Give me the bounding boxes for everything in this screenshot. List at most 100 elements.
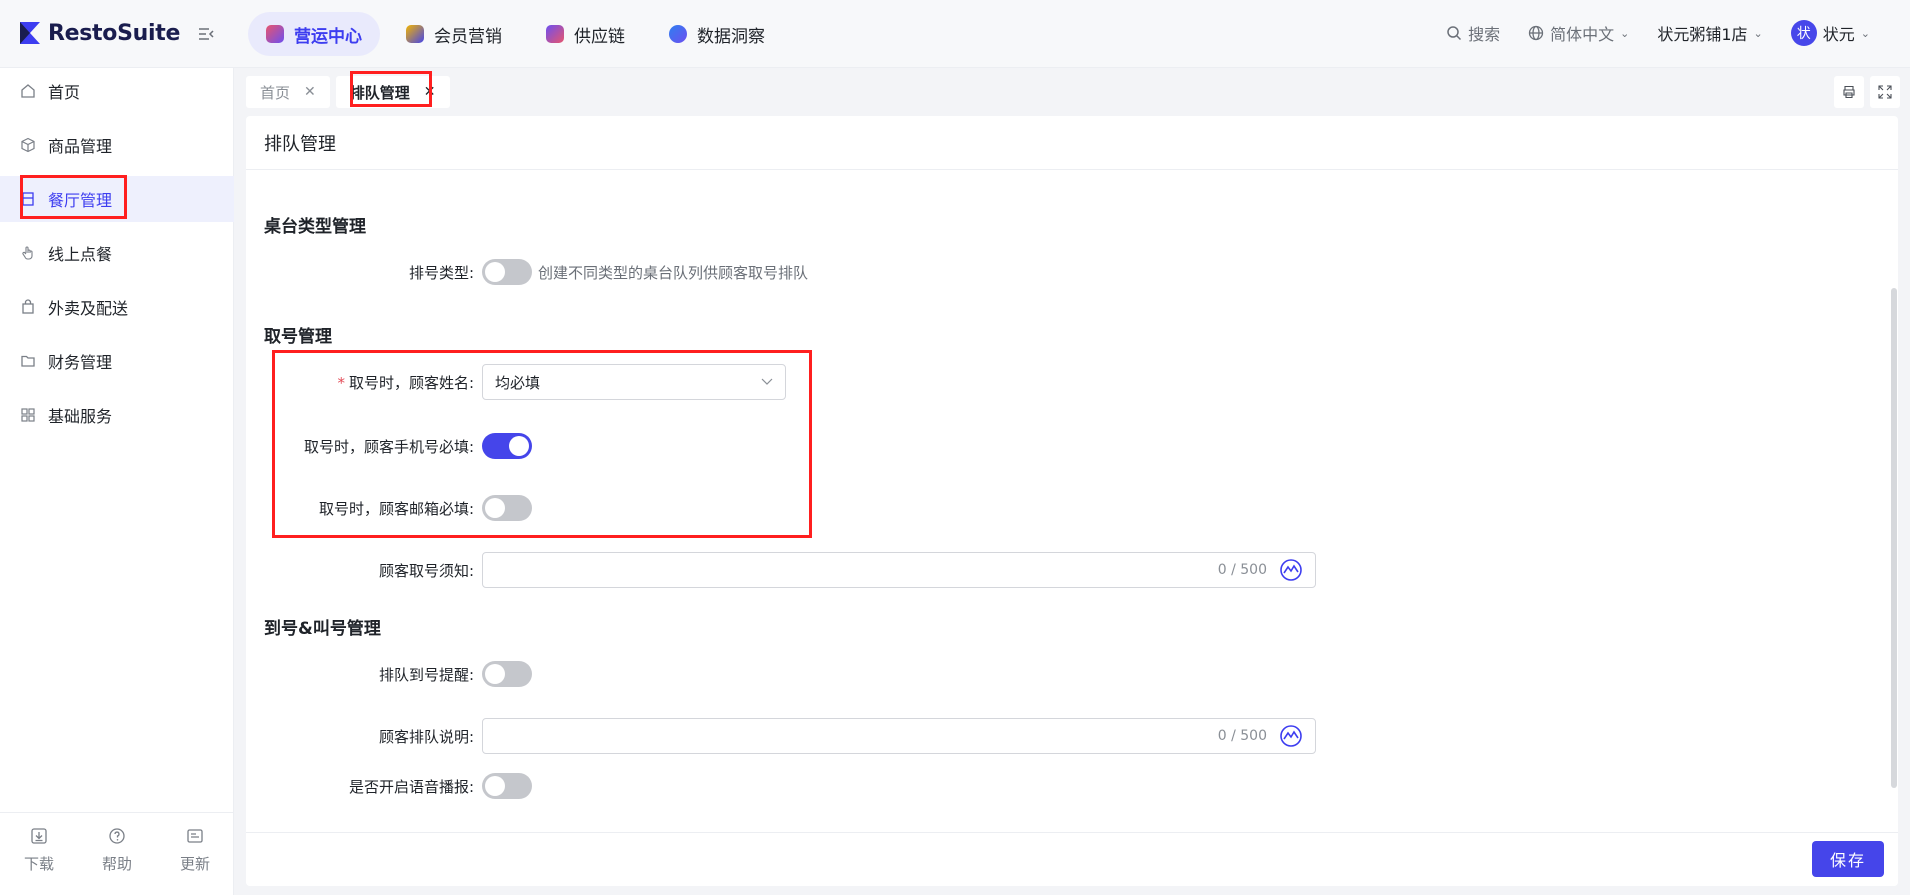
scrollbar[interactable] [1890, 170, 1898, 832]
phone-required-row: 取号时，顾客手机号必填: [246, 428, 532, 464]
sidebar-item-label: 基础服务 [48, 407, 113, 426]
update-icon [187, 829, 203, 843]
name-required-select[interactable]: 均必填 [482, 364, 786, 400]
queue-type-hint: 创建不同类型的桌台队列供顾客取号排队 [538, 263, 809, 282]
restosuite-logo-icon [20, 22, 40, 44]
top-bar: RestoSuite 营运中心 会员营销 供应链 数据洞察 搜索 简体中文 ⌄ … [0, 0, 1910, 68]
help-button[interactable]: 帮助 [102, 827, 132, 895]
data-insights-icon [669, 25, 687, 43]
sidebar-item-label: 外卖及配送 [48, 299, 129, 318]
collapse-sidebar-icon[interactable] [196, 24, 216, 44]
voice-broadcast-row: 是否开启语音播报: [246, 768, 532, 804]
sidebar-footer: 下载 帮助 更新 [0, 812, 234, 895]
language-label: 简体中文 [1550, 25, 1615, 44]
download-label: 下载 [23, 855, 54, 873]
panel-footer: 保存 [246, 832, 1898, 886]
search-label: 搜索 [1468, 25, 1501, 44]
save-button[interactable]: 保存 [1812, 841, 1884, 877]
translate-icon[interactable] [1279, 558, 1303, 582]
home-icon [21, 84, 35, 98]
name-required-label: * 取号时，顾客姓名: [246, 372, 482, 393]
search-button[interactable]: 搜索 [1446, 21, 1500, 45]
chevron-down-icon: ⌄ [1753, 26, 1763, 40]
tab-label: 首页 [260, 83, 291, 102]
nav-supply-chain[interactable]: 供应链 [528, 12, 643, 56]
email-required-label: 取号时，顾客邮箱必填: [318, 499, 474, 518]
name-required-text: 取号时，顾客姓名: [348, 373, 474, 392]
avatar: 状 [1790, 20, 1817, 46]
queue-management-panel: 排队管理 桌台类型管理 排号类型: 创建不同类型的桌台队列供顾客取号排队 取号管… [246, 116, 1898, 886]
app-logo[interactable]: RestoSuite [18, 20, 180, 46]
queue-type-label: 排号类型: [408, 263, 474, 282]
update-button[interactable]: 更新 [180, 827, 210, 895]
marketing-icon [406, 25, 424, 43]
email-required-toggle[interactable] [482, 495, 532, 521]
print-button[interactable] [1834, 76, 1864, 108]
section-ticket: 取号管理 [264, 327, 332, 347]
nav-data-insights[interactable]: 数据洞察 [651, 12, 783, 56]
sidebar-item-delivery[interactable]: 外卖及配送 [0, 284, 234, 330]
store-label: 状元粥铺1店 [1657, 25, 1748, 44]
printer-icon [1843, 85, 1855, 99]
queue-description-input[interactable]: 0 / 500 [482, 718, 1316, 754]
nav-operations-center[interactable]: 营运中心 [248, 12, 380, 56]
store-selector[interactable]: 状元粥铺1店 ⌄ [1657, 21, 1762, 45]
help-icon [109, 828, 125, 844]
name-required-row: * 取号时，顾客姓名: 均必填 [246, 364, 786, 400]
voice-broadcast-toggle[interactable] [482, 773, 532, 799]
arrival-reminder-toggle[interactable] [482, 661, 532, 687]
sidebar-item-label: 首页 [48, 83, 81, 102]
chevron-down-icon: ⌄ [1860, 26, 1870, 40]
sidebar: 首页 商品管理 餐厅管理 线上点餐 外卖及配送 财务管理 基础服务 下载 帮助 [0, 68, 234, 895]
phone-required-toggle[interactable] [482, 433, 532, 459]
tab-tools [1834, 76, 1900, 108]
nav-label: 营运中心 [294, 26, 362, 47]
ticket-notice-row: 顾客取号须知: 0 / 500 [246, 552, 1316, 588]
close-icon[interactable]: ✕ [304, 84, 316, 100]
sidebar-item-label: 线上点餐 [48, 245, 113, 264]
tab-label: 排队管理 [349, 83, 410, 102]
scrollbar-thumb[interactable] [1891, 288, 1897, 788]
phone-required-label: 取号时，顾客手机号必填: [303, 437, 474, 456]
email-required-row: 取号时，顾客邮箱必填: [246, 490, 532, 526]
sidebar-item-label: 商品管理 [48, 137, 113, 156]
queue-description-label: 顾客排队说明: [378, 727, 474, 746]
tab-home[interactable]: 首页 ✕ [246, 76, 330, 108]
sidebar-item-products[interactable]: 商品管理 [0, 122, 234, 168]
translate-icon[interactable] [1279, 724, 1303, 748]
tab-queue-management[interactable]: 排队管理 ✕ [335, 76, 450, 108]
sidebar-item-finance[interactable]: 财务管理 [0, 338, 234, 384]
user-menu[interactable]: 状 状元 ⌄ [1790, 20, 1870, 46]
top-right-tools: 搜索 简体中文 ⌄ 状元粥铺1店 ⌄ 状 状元 ⌄ [1446, 20, 1870, 46]
char-counter: 0 / 500 [1217, 728, 1267, 744]
update-label: 更新 [179, 855, 210, 873]
ticket-notice-label: 顾客取号须知: [378, 561, 474, 580]
sidebar-item-online-ordering[interactable]: 线上点餐 [0, 230, 234, 276]
close-icon[interactable]: ✕ [424, 84, 436, 100]
page-tabs: 首页 ✕ 排队管理 ✕ [246, 76, 450, 108]
select-value: 均必填 [495, 373, 541, 392]
chevron-down-icon [761, 378, 773, 385]
operations-icon [266, 25, 284, 43]
nav-member-marketing[interactable]: 会员营销 [388, 12, 520, 56]
ticket-notice-input[interactable]: 0 / 500 [482, 552, 1316, 588]
user-name: 状元 [1822, 25, 1855, 44]
sidebar-item-label: 餐厅管理 [48, 191, 113, 210]
arrival-reminder-label: 排队到号提醒: [378, 665, 474, 684]
section-table-type: 桌台类型管理 [264, 217, 366, 237]
sidebar-item-home[interactable]: 首页 [0, 68, 234, 114]
app-name: RestoSuite [48, 20, 181, 46]
sidebar-item-restaurant[interactable]: 餐厅管理 [0, 176, 234, 222]
required-asterisk: * [337, 373, 345, 392]
queue-type-toggle[interactable] [482, 259, 532, 285]
search-icon [1447, 26, 1462, 41]
page-title: 排队管理 [246, 116, 1898, 170]
download-button[interactable]: 下载 [24, 827, 54, 895]
voice-broadcast-label: 是否开启语音播报: [348, 777, 474, 796]
fullscreen-button[interactable] [1870, 76, 1900, 108]
sidebar-item-basic-services[interactable]: 基础服务 [0, 392, 234, 438]
language-selector[interactable]: 简体中文 ⌄ [1528, 21, 1629, 45]
arrival-reminder-row: 排队到号提醒: [246, 656, 532, 692]
queue-type-row: 排号类型: 创建不同类型的桌台队列供顾客取号排队 [246, 254, 808, 290]
help-label: 帮助 [101, 855, 132, 873]
